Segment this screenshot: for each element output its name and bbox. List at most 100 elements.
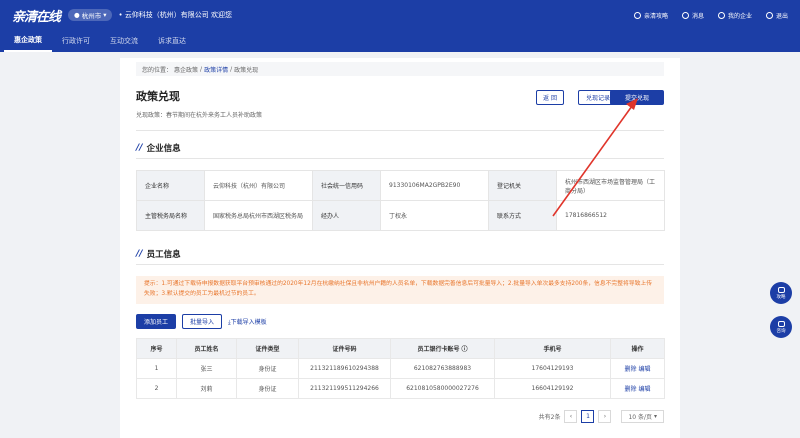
company-welcome: • 云仰科技（杭州）有限公司 欢迎您 — [118, 11, 233, 19]
field-label: 主管税务局名称 — [136, 200, 205, 231]
float-guide-button[interactable]: 攻略 — [770, 282, 792, 304]
header-message-link[interactable]: 消息 — [681, 11, 704, 20]
table-header-row: 序号 员工姓名 证件类型 证件号码 员工银行卡账号 ⓘ 手机号 操作 — [136, 338, 665, 359]
add-employee-button[interactable]: 添加员工 — [136, 314, 176, 329]
field-label: 企业名称 — [136, 170, 205, 201]
building-icon — [717, 11, 725, 19]
prev-page-button[interactable]: ‹ — [564, 410, 578, 423]
bulk-import-button[interactable]: 批量导入 — [182, 314, 222, 329]
column-header: 证件类型 — [236, 338, 299, 359]
breadcrumb-item-detail[interactable]: 政策详情 — [204, 65, 228, 74]
field-label: 社会统一信用码 — [312, 170, 381, 201]
bell-icon — [681, 11, 689, 19]
column-header: 员工姓名 — [176, 338, 237, 359]
page-title: 政策兑现 — [136, 90, 180, 103]
field-label: 登记机关 — [488, 170, 557, 201]
download-template-link[interactable]: ⤓下载导入模板 — [228, 317, 267, 327]
page-subtitle: 兑现政策：春节期间在杭外来务工人员补助政策 — [136, 112, 263, 119]
column-header: 员工银行卡账号 ⓘ — [390, 338, 495, 359]
delete-button[interactable]: 删除 — [625, 386, 637, 393]
tab-permit[interactable]: 行政许可 — [52, 30, 100, 52]
float-consult-button[interactable]: 咨询 — [770, 316, 792, 338]
back-button[interactable]: 返 回 — [536, 90, 564, 105]
header-logout-link[interactable]: 退出 — [765, 11, 788, 20]
pagination: 共有2条 ‹ 1 › 10 条/页 ▾ — [539, 410, 664, 423]
cell-ops: 删除 编辑 — [610, 358, 665, 379]
content-card: 您的位置： 惠企政策 / 政策详情 / 政策兑现 政策兑现 兑现政策：春节期间在… — [120, 58, 680, 438]
field-value: 17816866512 — [556, 200, 665, 231]
breadcrumb-prefix: 您的位置： — [142, 66, 173, 74]
table-row: 1 张三 身份证 211321189610294388 621082763888… — [136, 358, 665, 379]
chevron-down-icon: ▾ — [103, 11, 107, 19]
divider — [136, 158, 664, 159]
enterprise-info-table: 企业名称 云仰科技（杭州）有限公司 社会统一信用码 91330106MA2GPB… — [136, 170, 665, 231]
section-mark-icon: // — [136, 143, 143, 153]
header-guide-link[interactable]: 亲清攻略 — [633, 11, 668, 20]
edit-button[interactable]: 编辑 — [638, 366, 650, 373]
field-value: 云仰科技（杭州）有限公司 — [204, 170, 313, 201]
cell-ops: 删除 编辑 — [610, 378, 665, 399]
cell-card: 6210810580000027276 — [390, 378, 495, 399]
field-value: 杭州市西湖区市场监督管理局（工商分局） — [556, 170, 665, 201]
tab-appeal[interactable]: 诉求直达 — [148, 30, 196, 52]
table-row: 2 刘莉 身份证 211321199511294266 621081058000… — [136, 378, 665, 399]
header-actions: 亲清攻略 消息 我的企业 退出 — [633, 0, 788, 30]
location-pin-icon: ● — [74, 11, 80, 19]
field-label: 联系方式 — [488, 200, 557, 231]
info-icon[interactable]: ⓘ — [462, 346, 468, 353]
cell-card: 621082763888983 — [390, 358, 495, 379]
column-header: 手机号 — [494, 338, 611, 359]
employee-table: 序号 员工姓名 证件类型 证件号码 员工银行卡账号 ⓘ 手机号 操作 1 张三 … — [136, 338, 665, 399]
cell-no: 1 — [136, 358, 177, 379]
page-number[interactable]: 1 — [581, 410, 595, 423]
guide-icon — [777, 286, 785, 293]
cell-phone: 16604129192 — [494, 378, 611, 399]
import-notice: 提示：1.可通过下载待申报数据获取平台预审核通过的2020年12月在杭缴纳社保且… — [136, 276, 664, 304]
next-page-button[interactable]: › — [598, 410, 612, 423]
breadcrumb-item-policy[interactable]: 惠企政策 — [174, 65, 198, 74]
top-bar: 亲清在线 ● 杭州市 ▾ • 云仰科技（杭州）有限公司 欢迎您 亲清攻略 消息 … — [0, 0, 800, 30]
cell-id: 211321199511294266 — [298, 378, 391, 399]
field-value: 国家税务总局杭州市西湖区税务局 — [204, 200, 313, 231]
table-row: 主管税务局名称 国家税务总局杭州市西湖区税务局 经办人 丁权永 联系方式 178… — [136, 200, 665, 231]
chevron-left-icon: ‹ — [569, 413, 573, 420]
breadcrumb-item-current: 政策兑现 — [234, 66, 259, 74]
field-value: 丁权永 — [380, 200, 489, 231]
main-nav: 惠企政策 行政许可 互动交流 诉求直达 — [0, 30, 800, 52]
field-label: 经办人 — [312, 200, 381, 231]
enterprise-section-title: // 企业信息 — [136, 143, 181, 154]
divider — [136, 130, 664, 131]
section-mark-icon: // — [136, 249, 143, 259]
headset-icon — [777, 320, 785, 327]
tab-policy[interactable]: 惠企政策 — [4, 30, 52, 52]
site-logo[interactable]: 亲清在线 — [12, 6, 61, 25]
chevron-down-icon: ▾ — [653, 413, 657, 420]
breadcrumb: 您的位置： 惠企政策 / 政策详情 / 政策兑现 — [136, 62, 664, 76]
chevron-right-icon: › — [603, 413, 607, 420]
divider — [136, 264, 664, 265]
tab-interaction[interactable]: 互动交流 — [100, 30, 148, 52]
cell-id: 211321189610294388 — [298, 358, 391, 379]
column-header: 操作 — [610, 338, 665, 359]
header-my-enterprise-link[interactable]: 我的企业 — [717, 11, 752, 20]
cell-phone: 17604129193 — [494, 358, 611, 379]
delete-button[interactable]: 删除 — [625, 366, 637, 373]
cell-idtype: 身份证 — [236, 358, 299, 379]
column-header: 证件号码 — [298, 338, 391, 359]
guide-icon — [633, 11, 641, 19]
page-size-select[interactable]: 10 条/页 ▾ — [621, 410, 664, 423]
table-row: 企业名称 云仰科技（杭州）有限公司 社会统一信用码 91330106MA2GPB… — [136, 170, 665, 201]
cell-no: 2 — [136, 378, 177, 399]
city-label: 杭州市 — [81, 12, 102, 20]
city-selector[interactable]: ● 杭州市 ▾ — [68, 9, 113, 21]
edit-button[interactable]: 编辑 — [638, 386, 650, 393]
field-value: 91330106MA2GPB2E90 — [380, 170, 489, 201]
employee-section-title: // 员工信息 — [136, 249, 181, 260]
cell-idtype: 身份证 — [236, 378, 299, 399]
column-header: 序号 — [136, 338, 177, 359]
pager-total: 共有2条 — [538, 414, 561, 421]
cell-name: 刘莉 — [176, 378, 237, 399]
power-icon — [765, 11, 773, 19]
cell-name: 张三 — [176, 358, 237, 379]
submit-button[interactable]: 提交兑现 — [610, 90, 664, 105]
